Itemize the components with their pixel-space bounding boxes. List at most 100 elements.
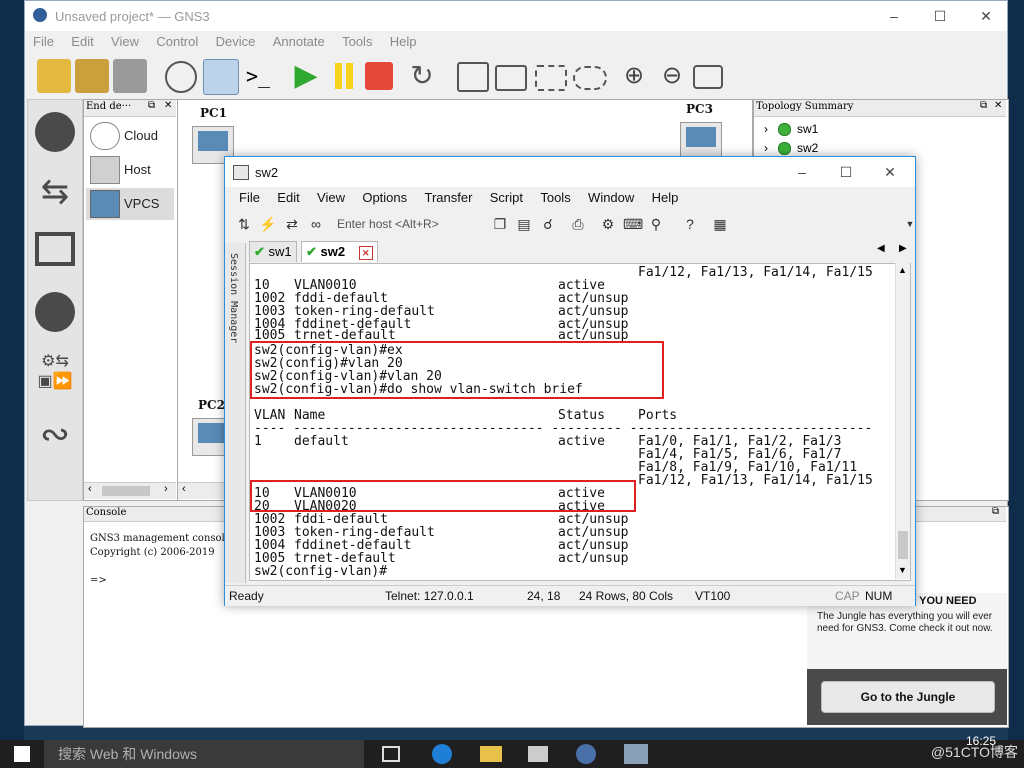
minimize-button[interactable]: – xyxy=(871,1,917,31)
windows-start-icon[interactable] xyxy=(14,746,30,762)
menu-view[interactable]: View xyxy=(111,31,139,53)
scroll-down-icon[interactable]: ▼ xyxy=(898,565,907,575)
maximize-button[interactable]: ☐ xyxy=(917,1,963,31)
routers-icon[interactable] xyxy=(35,112,75,152)
reload-all-icon[interactable]: ↻ xyxy=(405,59,439,93)
crt-menu-script[interactable]: Script xyxy=(490,187,523,209)
menu-device[interactable]: Device xyxy=(216,31,256,53)
crt-minimize-button[interactable]: – xyxy=(779,157,825,187)
file-explorer-icon[interactable] xyxy=(480,746,502,762)
crt-menu-tools[interactable]: Tools xyxy=(540,187,570,209)
topo-float-icon[interactable]: ⧉ xyxy=(980,100,987,111)
go-to-jungle-button[interactable]: Go to the Jungle xyxy=(821,681,995,713)
console-float-icon[interactable]: ⧉ xyxy=(992,506,999,517)
security-devices-icon[interactable] xyxy=(35,292,75,332)
tab-scroll-right-icon[interactable]: ▶ xyxy=(899,243,907,254)
add-note-icon[interactable] xyxy=(457,62,489,92)
gns3-titlebar: Unsaved project* — GNS3 – ☐ ✕ xyxy=(25,1,1007,31)
menu-edit[interactable]: Edit xyxy=(71,31,93,53)
crt-menu-transfer[interactable]: Transfer xyxy=(425,187,473,209)
dock-close-icon[interactable]: ✕ xyxy=(164,100,172,111)
terminal-ports: Fa1/12, Fa1/13, Fa1/14, Fa1/15 xyxy=(638,265,873,280)
switches-icon[interactable]: ⇆ xyxy=(35,172,75,212)
securecrt-taskbar-icon[interactable] xyxy=(624,744,648,764)
screenshot-camera-icon[interactable] xyxy=(693,65,723,89)
crt-close-button[interactable]: ✕ xyxy=(867,157,913,187)
reconnect-icon[interactable]: ⇄ xyxy=(283,215,301,233)
scroll-up-icon[interactable]: ▲ xyxy=(898,265,907,275)
sftp-icon[interactable]: ⚲ xyxy=(647,215,665,233)
tab-sw1[interactable]: ✔ sw1 xyxy=(249,241,297,262)
terminal-output[interactable]: Fa1/12, Fa1/13, Fa1/14, Fa1/15 10 VLAN00… xyxy=(249,263,911,581)
device-vpcs[interactable]: VPCS xyxy=(86,188,174,220)
close-button[interactable]: ✕ xyxy=(963,1,1009,31)
show-interface-labels-icon[interactable] xyxy=(203,59,239,95)
end-devices-icon[interactable] xyxy=(35,232,75,266)
zoom-in-icon[interactable]: ⊕ xyxy=(617,59,651,93)
dock-scrollbar[interactable]: ‹ › xyxy=(84,482,176,499)
pc3-node[interactable] xyxy=(680,122,722,160)
gns3-taskbar-icon[interactable] xyxy=(576,744,596,764)
tab-close-icon[interactable]: ✕ xyxy=(358,245,373,260)
script-icon[interactable]: ▦ xyxy=(711,215,729,233)
expand-chevron-icon[interactable]: › xyxy=(764,141,768,155)
disconnect-icon[interactable]: ∞ xyxy=(307,215,325,233)
menu-control[interactable]: Control xyxy=(156,31,198,53)
draw-ellipse-icon[interactable] xyxy=(573,66,607,90)
snapshot-clock-icon[interactable] xyxy=(165,61,197,93)
copy-icon[interactable]: ❐ xyxy=(491,215,509,233)
crt-menu-view[interactable]: View xyxy=(317,187,345,209)
enter-host-field[interactable]: Enter host <Alt+R> xyxy=(337,217,439,231)
topo-close-icon[interactable]: ✕ xyxy=(994,100,1002,111)
edge-browser-icon[interactable] xyxy=(432,744,452,764)
crt-maximize-button[interactable]: ☐ xyxy=(823,157,869,187)
crt-menu-options[interactable]: Options xyxy=(362,187,407,209)
console-prompt[interactable]: => xyxy=(90,575,107,586)
session-manager-sidebar[interactable]: Session Manager xyxy=(225,243,246,583)
draw-rectangle-icon[interactable] xyxy=(535,65,567,91)
tab-sw2[interactable]: ✔ sw2 ✕ xyxy=(301,241,378,262)
stop-all-icon[interactable] xyxy=(365,62,393,90)
help-icon[interactable]: ? xyxy=(681,215,699,233)
keymap-icon[interactable]: ⌨ xyxy=(623,215,643,233)
menu-file[interactable]: File xyxy=(33,31,54,53)
start-all-icon[interactable]: ▶ xyxy=(289,59,323,93)
new-project-icon[interactable] xyxy=(37,59,71,93)
crt-menu-help[interactable]: Help xyxy=(652,187,679,209)
console-title: Console xyxy=(86,507,127,518)
print-icon[interactable]: ⎙ xyxy=(569,215,587,233)
device-cloud[interactable]: Cloud xyxy=(86,120,174,152)
crt-menu-window[interactable]: Window xyxy=(588,187,634,209)
task-view-icon[interactable] xyxy=(382,746,400,762)
dock-float-icon[interactable]: ⧉ xyxy=(148,100,155,111)
device-host[interactable]: Host xyxy=(86,154,174,186)
suspend-all-icon[interactable] xyxy=(327,59,361,93)
all-devices-icon[interactable]: ⚙⇆ ▣⏩ xyxy=(35,352,75,392)
menu-help[interactable]: Help xyxy=(390,31,417,53)
save-project-icon[interactable] xyxy=(113,59,147,93)
paste-icon[interactable]: ▤ xyxy=(515,215,533,233)
quick-connect-icon[interactable]: ⚡ xyxy=(259,215,277,233)
scroll-thumb[interactable] xyxy=(898,531,908,559)
terminal-scrollbar[interactable]: ▲ ▼ xyxy=(895,263,910,579)
terminal-prompt[interactable]: sw2(config-vlan)# xyxy=(254,565,387,578)
topology-node-sw1[interactable]: › sw1 xyxy=(764,122,818,140)
connect-icon[interactable]: ⇅ xyxy=(235,215,253,233)
crt-menu-file[interactable]: File xyxy=(239,187,260,209)
zoom-out-icon[interactable]: ⊖ xyxy=(655,59,689,93)
console-all-icon[interactable]: >_ xyxy=(241,59,275,93)
add-link-icon[interactable]: ∾ xyxy=(35,414,75,454)
settings-gear-icon[interactable]: ⚙ xyxy=(599,215,617,233)
crt-tabbar: ✔ sw1 ✔ sw2 ✕ ◀ ▶ xyxy=(225,239,915,263)
store-icon[interactable] xyxy=(528,746,548,762)
expand-chevron-icon[interactable]: › xyxy=(764,122,768,136)
tab-scroll-left-icon[interactable]: ◀ xyxy=(877,243,885,254)
toolbar-overflow-icon[interactable]: ▼ xyxy=(901,215,919,233)
menu-tools[interactable]: Tools xyxy=(342,31,372,53)
taskbar-search-box[interactable]: 搜索 Web 和 Windows xyxy=(44,740,364,768)
crt-menu-edit[interactable]: Edit xyxy=(277,187,299,209)
open-project-icon[interactable] xyxy=(75,59,109,93)
find-icon[interactable]: ☌ xyxy=(539,215,557,233)
menu-annotate[interactable]: Annotate xyxy=(273,31,325,53)
insert-picture-icon[interactable] xyxy=(495,65,527,91)
